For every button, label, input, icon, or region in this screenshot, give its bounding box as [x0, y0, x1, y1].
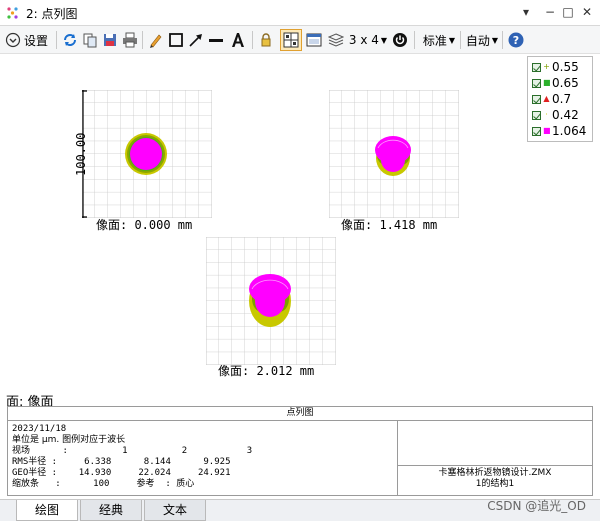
legend-marker: ■: [543, 126, 551, 135]
info-geo-row: GEO半径 : 14.930 22.024 24.921: [12, 468, 231, 478]
info-date: 2023/11/18: [12, 424, 67, 434]
dropdown-arrow-icon: ▼: [491, 35, 499, 45]
auto-dropdown[interactable]: 自动 ▼: [463, 29, 501, 51]
spot-cluster: [249, 274, 291, 327]
spot-cluster: [375, 136, 411, 176]
info-file-name: 卡塞格林折返物镜设计.ZMX: [438, 468, 552, 478]
rectangle-icon[interactable]: [166, 29, 186, 51]
checkbox-icon: [532, 94, 541, 104]
window-title: 2: 点列图: [26, 7, 78, 21]
maximize-button[interactable]: □: [560, 4, 576, 20]
minimize-button[interactable]: −: [542, 4, 558, 20]
info-table: 点列图 2023/11/18 单位是 μm. 图例对应于波长 视场 : 1 2 …: [7, 406, 593, 496]
spot-panel-field-1: [82, 90, 212, 218]
arrow-icon[interactable]: [186, 29, 206, 51]
pencil-icon[interactable]: [146, 29, 166, 51]
wavelength-legend: + 0.55 ■ 0.65 ▲ 0.7 · 0.42 ■ 1.064: [527, 56, 593, 142]
legend-marker: +: [543, 62, 550, 71]
toolbar: 设置 3 x 4 ▼ 标准 ▼ 自动 ▼ ?: [0, 26, 600, 54]
info-config: 1的结构1: [475, 479, 515, 489]
spot-caption-field-2: 像面: 1.418 mm: [341, 218, 438, 232]
app-icon: [7, 7, 18, 19]
legend-marker: ·: [545, 110, 548, 119]
toolbar-divider: [252, 31, 253, 49]
window-menu-button[interactable]: ▾: [518, 4, 534, 20]
svg-text:?: ?: [513, 34, 519, 47]
checkbox-icon: [532, 78, 541, 88]
toolbar-divider: [460, 31, 461, 49]
spot-cluster: [125, 133, 167, 175]
legend-item[interactable]: + 0.55: [532, 59, 579, 75]
standard-dropdown[interactable]: 标准 ▼: [420, 29, 458, 51]
checkbox-icon: [532, 126, 541, 136]
settings-label: 设置: [24, 33, 49, 48]
info-field-row: 视场 : 1 2 3: [12, 446, 253, 456]
tab-classic[interactable]: 经典: [80, 500, 142, 521]
spot-panel-field-3: [206, 237, 336, 365]
toolbar-divider: [414, 31, 415, 49]
title-bar: 2: 点列图 ▾ − □ ✕: [0, 0, 600, 26]
legend-label: 0.55: [552, 60, 579, 74]
refresh-icon[interactable]: [60, 29, 80, 51]
auto-label: 自动: [465, 33, 490, 48]
dropdown-arrow-icon: ▼: [380, 35, 388, 45]
legend-item[interactable]: ■ 0.65: [532, 75, 579, 91]
legend-item[interactable]: ■ 1.064: [532, 123, 586, 139]
legend-label: 0.42: [552, 108, 579, 122]
help-icon[interactable]: ?: [506, 29, 526, 51]
layout-label: 3 x 4: [348, 33, 379, 47]
spot-caption-field-1: 像面: 0.000 mm: [96, 218, 193, 232]
legend-label: 0.7: [552, 92, 572, 106]
spot-panel-field-2: [329, 90, 459, 218]
print-icon[interactable]: [120, 29, 140, 51]
legend-marker: ▲: [543, 94, 550, 103]
info-divider: [397, 465, 592, 466]
window-layout-icon[interactable]: [304, 29, 324, 51]
info-scale-row: 缩放条 : 100 参考 : 质心: [12, 479, 195, 489]
chevron-circle-icon: [5, 32, 21, 48]
copy-icon[interactable]: [80, 29, 100, 51]
legend-item[interactable]: ▲ 0.7: [532, 91, 571, 107]
grid-toggle-icon[interactable]: [280, 29, 302, 51]
toolbar-divider: [142, 31, 143, 49]
info-units-note: 单位是 μm. 图例对应于波长: [12, 435, 126, 445]
spot-caption-field-3: 像面: 2.012 mm: [218, 364, 315, 378]
standard-label: 标准: [422, 33, 447, 48]
close-button[interactable]: ✕: [579, 4, 595, 20]
save-icon[interactable]: [100, 29, 120, 51]
layout-dropdown[interactable]: 3 x 4 ▼: [348, 29, 388, 51]
layers-icon[interactable]: [326, 29, 346, 51]
legend-label: 1.064: [552, 124, 587, 138]
checkbox-icon: [532, 62, 541, 72]
watermark: CSDN @追光_OD: [487, 499, 586, 513]
info-header: 点列图: [8, 407, 592, 421]
text-icon[interactable]: [228, 29, 248, 51]
power-icon[interactable]: [390, 29, 410, 51]
scale-bar-label: 100.00: [74, 132, 88, 176]
legend-item[interactable]: · 0.42: [532, 107, 579, 123]
settings-button[interactable]: 设置: [5, 29, 59, 51]
info-rms-row: RMS半径 : 6.338 8.144 9.925: [12, 457, 231, 467]
checkbox-icon: [532, 110, 541, 120]
tab-plot[interactable]: 绘图: [16, 500, 78, 521]
lock-icon[interactable]: [256, 29, 276, 51]
legend-marker: ■: [543, 78, 551, 87]
toolbar-divider: [502, 31, 503, 49]
toolbar-divider: [56, 31, 57, 49]
tab-text[interactable]: 文本: [144, 500, 206, 521]
line-icon[interactable]: [206, 29, 226, 51]
dropdown-arrow-icon: ▼: [448, 35, 456, 45]
legend-label: 0.65: [552, 76, 579, 90]
